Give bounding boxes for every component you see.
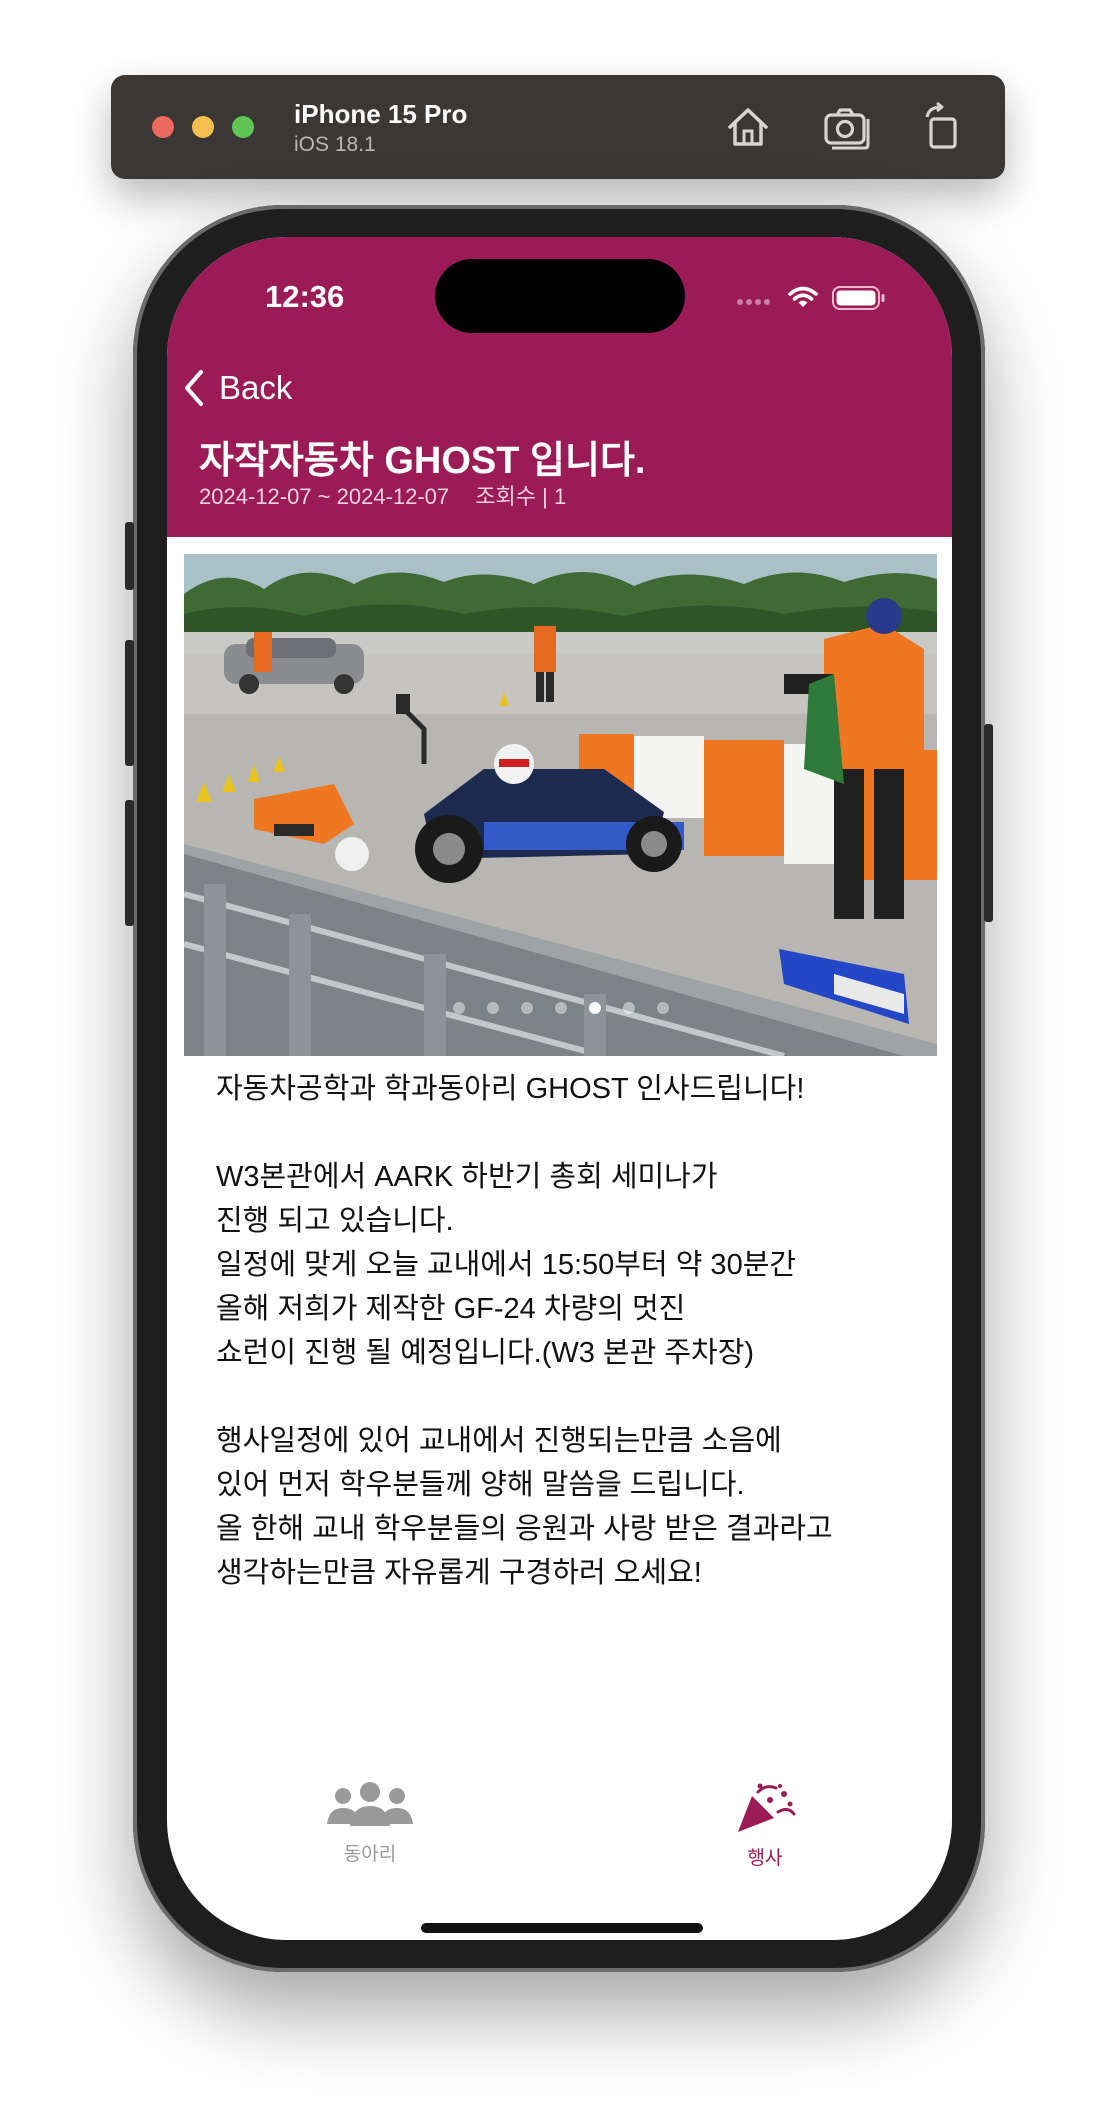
device-name: iPhone 15 Pro — [294, 99, 468, 129]
tab-club[interactable]: 동아리 — [290, 1782, 450, 1866]
home-icon — [728, 108, 768, 146]
chevron-left-icon — [185, 370, 203, 406]
power-button — [984, 724, 993, 922]
post-body-line: 자동차공학과 학과동아리 GHOST 인사드립니다! — [216, 1073, 805, 1105]
post-body: 자동차공학과 학과동아리 GHOST 인사드립니다! W3본관에서 AARK 하반… — [216, 1067, 916, 1595]
status-time: 12:36 — [265, 279, 345, 314]
home-button[interactable] — [722, 101, 774, 153]
post-body-line: W3본관에서 AARK 하반기 총회 세미나가 — [216, 1161, 718, 1193]
post-body-line: 올 한해 교내 학우분들의 응원과 사랑 받은 결과라고 — [216, 1513, 833, 1545]
post-body-line: 생각하는만큼 자유롭게 구경하러 오세요! — [216, 1557, 702, 1589]
screenshot-button[interactable] — [820, 101, 872, 153]
close-window-button[interactable] — [152, 116, 174, 138]
tab-club-label: 동아리 — [343, 1844, 397, 1865]
simulator-toolbar: iPhone 15 Pro iOS 18.1 — [111, 75, 1005, 179]
carousel-page-indicator[interactable] — [184, 1002, 937, 1014]
tab-event-label: 행사 — [747, 1848, 783, 1869]
post-meta: 2024-12-07 ~ 2024-12-07 조회수 | 1 — [199, 479, 586, 511]
post-date-range: 2024-12-07 ~ 2024-12-07 — [199, 484, 450, 509]
carousel-dot[interactable] — [486, 1002, 499, 1014]
photo-carousel[interactable] — [184, 554, 937, 1056]
carousel-dot[interactable] — [452, 1002, 465, 1014]
os-version: iOS 18.1 — [294, 133, 376, 156]
status-icons — [737, 286, 885, 310]
post-view-count: 조회수 | 1 — [475, 484, 567, 509]
minimize-window-button[interactable] — [192, 116, 214, 138]
post-body-line: 진행 되고 있습니다. — [216, 1205, 454, 1237]
camera-icon — [824, 108, 870, 150]
post-body-line: 행사일정에 있어 교내에서 진행되는만큼 소음에 — [216, 1425, 782, 1457]
action-button — [125, 522, 134, 590]
paragraph-break — [216, 1375, 916, 1419]
carousel-dot[interactable] — [622, 1002, 635, 1014]
home-indicator[interactable] — [421, 1923, 703, 1933]
wifi-icon — [788, 286, 818, 307]
phone-screen: 12:36 Back 자작자동차 GHOST 입니다. 2024-12-07 ~… — [167, 237, 952, 1940]
battery-icon — [832, 286, 885, 310]
paragraph-break — [216, 1111, 916, 1155]
post-body-line: 있어 먼저 학우분들께 양해 말씀을 드립니다. — [216, 1469, 745, 1501]
carousel-dot[interactable] — [656, 1002, 669, 1014]
volume-down-button — [125, 800, 134, 926]
post-body-line: 쇼런이 진행 될 예정입니다.(W3 본관 주차장) — [216, 1337, 755, 1369]
post-title: 자작자동차 GHOST 입니다. — [199, 440, 646, 482]
post-body-line: 올해 저희가 제작한 GF-24 차량의 멋진 — [216, 1293, 686, 1325]
rotate-icon — [925, 101, 957, 149]
post-header: 12:36 Back 자작자동차 GHOST 입니다. 2024-12-07 ~… — [167, 237, 952, 537]
carousel-dot[interactable] — [588, 1002, 601, 1014]
carousel-dot[interactable] — [554, 1002, 567, 1014]
post-body-line: 일정에 맞게 오늘 교내에서 15:50부터 약 30분간 — [216, 1249, 797, 1281]
tab-event[interactable]: 행사 — [685, 1782, 845, 1870]
cellular-signal-icon — [737, 299, 770, 305]
party-popper-icon — [738, 1783, 796, 1832]
people-icon — [327, 1782, 413, 1826]
rotate-button[interactable] — [917, 101, 969, 153]
carousel-dot[interactable] — [520, 1002, 533, 1014]
back-button[interactable]: Back — [183, 365, 292, 411]
event-photo — [184, 554, 937, 1056]
zoom-window-button[interactable] — [232, 116, 254, 138]
back-label: Back — [219, 369, 293, 406]
volume-up-button — [125, 640, 134, 766]
dynamic-island — [435, 259, 685, 333]
